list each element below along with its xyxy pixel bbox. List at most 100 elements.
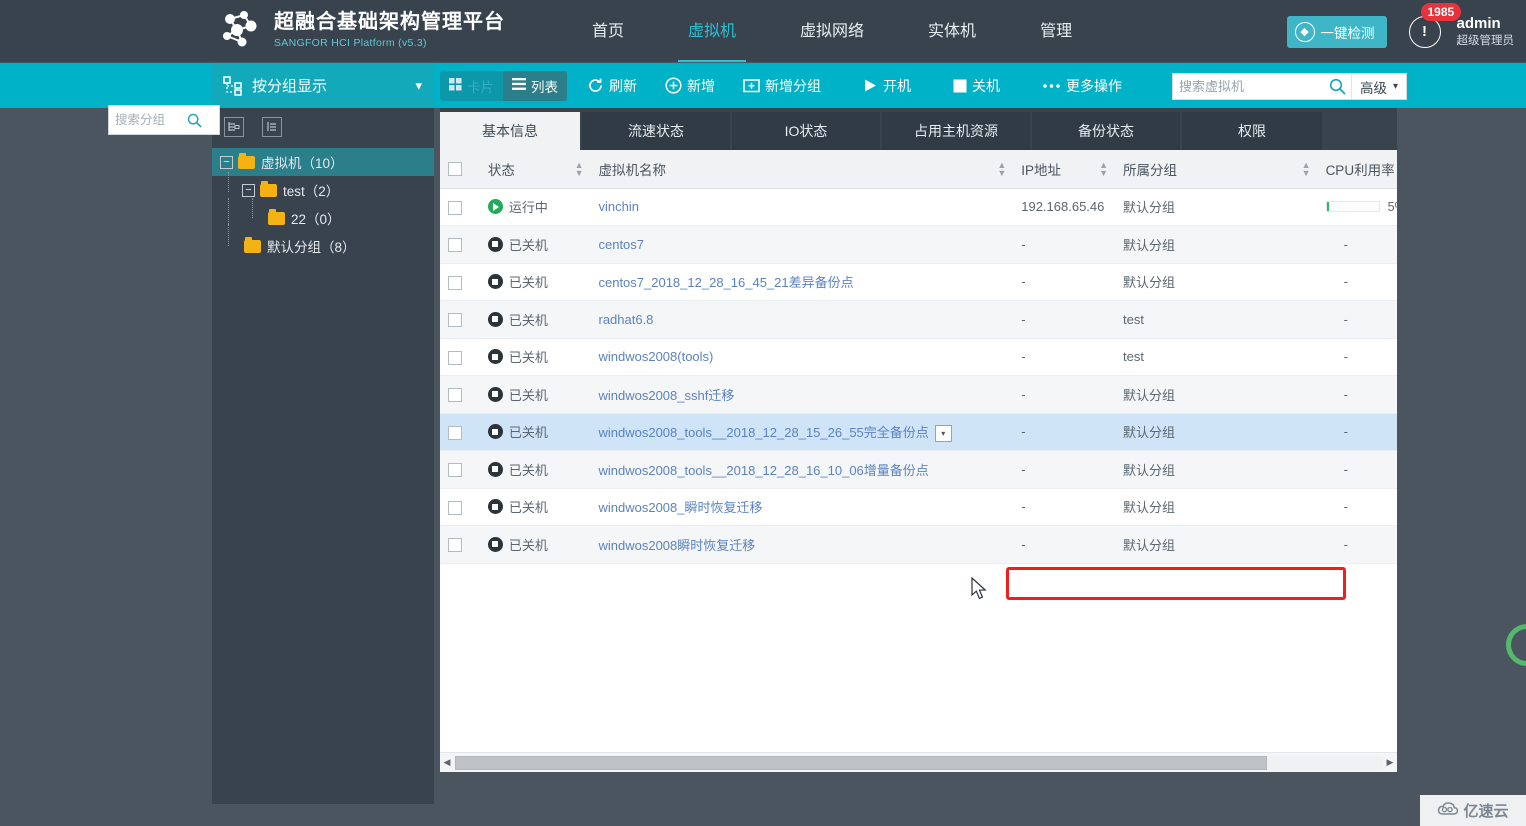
row-checkbox[interactable] — [448, 538, 462, 552]
col-ip[interactable]: IP地址 ▲▼ — [1013, 150, 1115, 188]
tab-io-status[interactable]: IO状态 — [732, 112, 880, 150]
cell-vm-name: centos7_2018_12_28_16_45_21差异备份点 — [590, 263, 1013, 301]
sort-icon[interactable]: ▲▼ — [1302, 161, 1311, 177]
view-list-button[interactable]: 列表 — [503, 71, 567, 101]
nav-host[interactable]: 实体机 — [918, 0, 986, 63]
sort-icon[interactable]: ▲▼ — [997, 161, 1006, 177]
col-name[interactable]: 虚拟机名称 ▲▼ — [590, 150, 1013, 188]
table-row[interactable]: 已关机centos7-默认分组-- — [440, 226, 1397, 264]
vm-name-link[interactable]: windwos2008_瞬时恢复迁移 — [598, 500, 762, 515]
row-checkbox[interactable] — [448, 463, 462, 477]
nav-manage[interactable]: 管理 — [1030, 0, 1082, 63]
table-row[interactable]: 已关机radhat6.8-test-- — [440, 301, 1397, 339]
tree-node-22[interactable]: 22（0） — [212, 204, 434, 232]
vm-name-link[interactable]: centos7_2018_12_28_16_45_21差异备份点 — [598, 275, 853, 290]
tab-basic-info[interactable]: 基本信息 — [440, 112, 580, 150]
alert-count-badge: 1985 — [1421, 3, 1462, 21]
row-checkbox[interactable] — [448, 201, 462, 215]
vm-name-link[interactable]: windwos2008_sshf迁移 — [598, 388, 734, 403]
nav-home[interactable]: 首页 — [582, 0, 634, 63]
nav-network[interactable]: 虚拟网络 — [790, 0, 874, 63]
tab-backup-status[interactable]: 备份状态 — [1032, 112, 1180, 150]
table-row[interactable]: 已关机windwos2008_sshf迁移-默认分组-- — [440, 376, 1397, 414]
search-input[interactable] — [1173, 74, 1323, 99]
select-all-checkbox[interactable] — [448, 162, 462, 176]
vm-name-link[interactable]: windwos2008_tools__2018_12_28_15_26_55完全… — [598, 425, 928, 440]
table-row[interactable]: 运行中vinchin192.168.65.46默认分组5%34 — [440, 188, 1397, 226]
group-search-input[interactable] — [109, 113, 187, 127]
more-actions-label: 更多操作 — [1066, 76, 1122, 96]
tree-node-test[interactable]: − test（2） — [212, 176, 434, 204]
row-checkbox[interactable] — [448, 313, 462, 327]
add-group-button[interactable]: 新增分组 — [733, 69, 831, 103]
more-actions-button[interactable]: 更多操作 — [1032, 69, 1132, 103]
chevron-down-icon: ▾ — [1393, 81, 1398, 92]
row-checkbox[interactable] — [448, 388, 462, 402]
state-label: 已关机 — [509, 310, 548, 329]
vm-name-link[interactable]: windwos2008(tools) — [598, 349, 713, 364]
vm-name-link[interactable]: radhat6.8 — [598, 312, 653, 327]
col-cpu[interactable]: CPU利用率 ▲▼ — [1318, 150, 1397, 188]
row-checkbox[interactable] — [448, 351, 462, 365]
vm-name-link[interactable]: windwos2008瞬时恢复迁移 — [598, 538, 755, 553]
table-row[interactable]: 已关机windwos2008_tools__2018_12_28_16_10_0… — [440, 451, 1397, 489]
cell-ip: - — [1013, 451, 1115, 489]
tree-node-label: 虚拟机（10） — [261, 152, 344, 172]
horizontal-scrollbar[interactable]: ◀ ▶ — [440, 752, 1397, 772]
tree-node-vm-root[interactable]: − 虚拟机（10） — [212, 148, 434, 176]
left-background-strip — [0, 108, 212, 826]
vm-name-link[interactable]: windwos2008_tools__2018_12_28_16_10_06增量… — [598, 463, 928, 478]
search-icon[interactable] — [1323, 74, 1351, 99]
nav-vm[interactable]: 虚拟机 — [678, 0, 746, 63]
vm-name-link[interactable]: vinchin — [598, 199, 638, 214]
row-checkbox-cell — [440, 526, 480, 564]
scrollbar-track[interactable] — [454, 756, 1383, 770]
power-on-button[interactable]: 开机 — [853, 69, 921, 103]
sort-icon[interactable]: ▲▼ — [575, 161, 584, 177]
caret-right-icon[interactable]: ▶ — [1383, 757, 1397, 768]
search-icon[interactable] — [187, 113, 208, 128]
one-click-check-button[interactable]: ◆ 一键检测 — [1287, 16, 1387, 48]
table-row[interactable]: 已关机windwos2008(tools)-test-- — [440, 338, 1397, 376]
row-checkbox[interactable] — [448, 276, 462, 290]
collapse-tree-icon[interactable] — [262, 117, 282, 137]
col-group[interactable]: 所属分组 ▲▼ — [1115, 150, 1318, 188]
horizontal-scrollbar-thumb[interactable] — [455, 756, 1267, 770]
chevron-down-icon: ▾ — [415, 78, 422, 94]
table-row[interactable]: 已关机windwos2008瞬时恢复迁移-默认分组-- — [440, 526, 1397, 564]
user-menu[interactable]: admin 超级管理员 — [1457, 14, 1515, 50]
row-actions-caret-icon[interactable]: ▾ — [935, 425, 952, 442]
table-row[interactable]: 已关机centos7_2018_12_28_16_45_21差异备份点-默认分组… — [440, 263, 1397, 301]
add-vm-button[interactable]: 新增 — [655, 69, 725, 103]
table-row[interactable]: 已关机 windwos2008_tools__2018_12_28_15_26_5… — [440, 413, 1397, 451]
green-circle-widget-icon[interactable] — [1506, 624, 1526, 666]
group-display-dropdown[interactable]: 按分组显示 ▾ — [212, 63, 434, 108]
cell-ip: - — [1013, 226, 1115, 264]
alert-button[interactable]: ! 1985 — [1409, 16, 1441, 48]
power-on-label: 开机 — [883, 76, 911, 96]
tab-permission[interactable]: 权限 — [1182, 112, 1322, 150]
expand-tree-icon[interactable] — [224, 117, 244, 137]
col-state[interactable]: 状态 ▲▼ — [480, 150, 591, 188]
sort-icon[interactable]: ▲▼ — [1099, 161, 1108, 177]
state-label: 已关机 — [509, 422, 548, 441]
row-checkbox[interactable] — [448, 501, 462, 515]
tree-collapse-toggle[interactable]: − — [242, 184, 255, 197]
advanced-search-dropdown[interactable]: 高级 ▾ — [1351, 74, 1406, 99]
vm-name-link[interactable]: centos7 — [598, 237, 644, 252]
col-group-label: 所属分组 — [1123, 163, 1177, 178]
caret-left-icon[interactable]: ◀ — [440, 757, 454, 768]
tree-node-default-group[interactable]: 默认分组（8） — [212, 232, 434, 260]
cell-vm-name: radhat6.8 — [590, 301, 1013, 339]
row-checkbox-cell — [440, 488, 480, 526]
tab-flow-status[interactable]: 流速状态 — [582, 112, 730, 150]
cell-state: 已关机 — [480, 488, 591, 526]
tree-collapse-toggle[interactable]: − — [220, 156, 233, 169]
power-off-button[interactable]: 关机 — [943, 69, 1010, 103]
tab-host-resource[interactable]: 占用主机资源 — [882, 112, 1030, 150]
row-checkbox[interactable] — [448, 426, 462, 440]
row-checkbox[interactable] — [448, 238, 462, 252]
table-row[interactable]: 已关机windwos2008_瞬时恢复迁移-默认分组-- — [440, 488, 1397, 526]
refresh-button[interactable]: 刷新 — [577, 69, 647, 103]
view-card-button[interactable]: 卡片 — [440, 71, 503, 101]
